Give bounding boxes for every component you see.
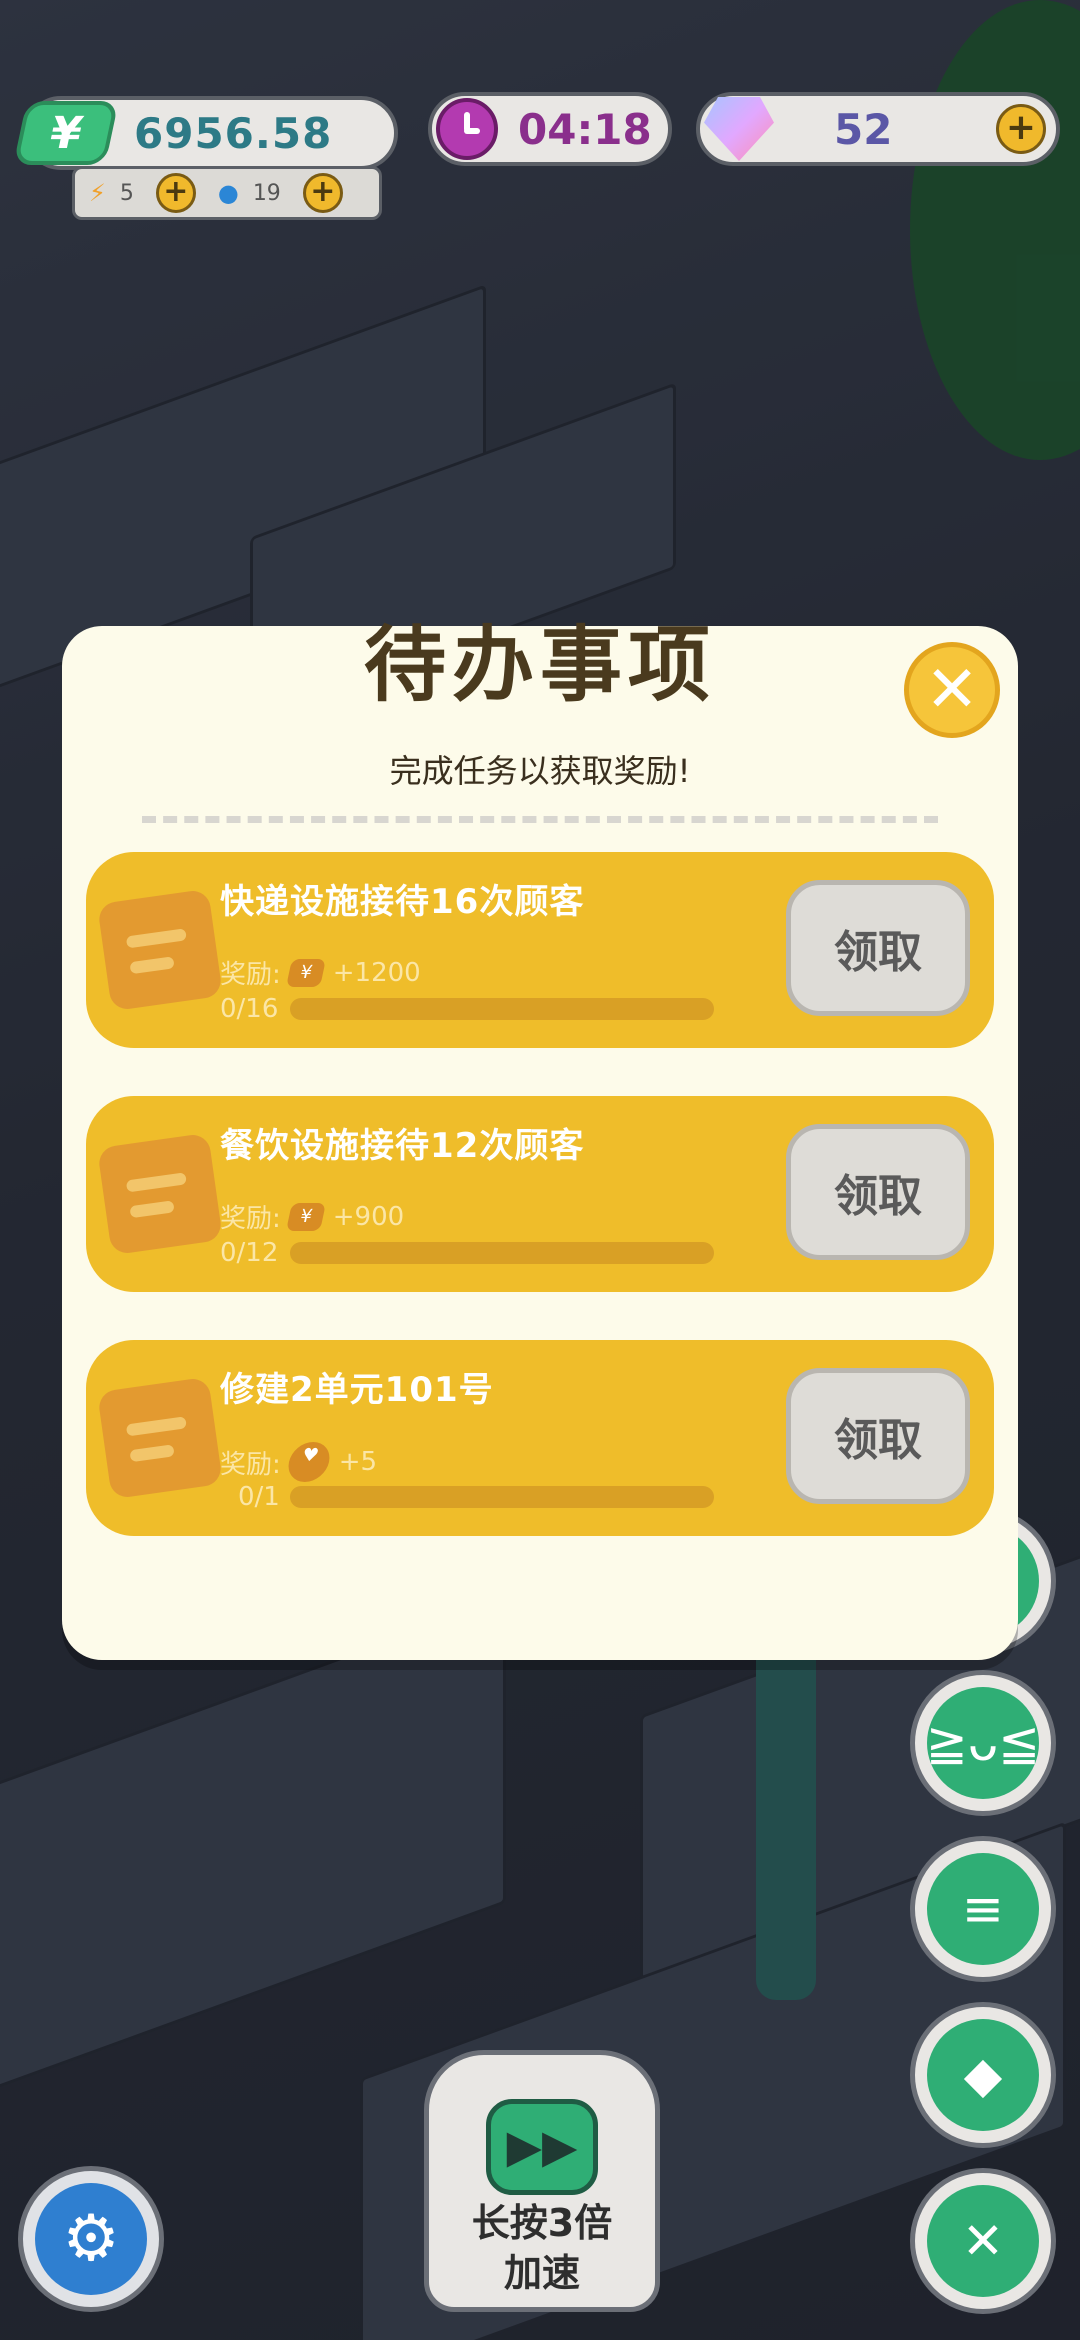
task-title: 快递设施接待16次顾客 <box>220 882 585 922</box>
build-tools-button[interactable]: ✕ <box>910 2168 1056 2314</box>
progress-text: 0/16 <box>220 994 279 1024</box>
money-icon: ¥ <box>285 958 326 987</box>
timer-display: 04:18 <box>428 92 672 166</box>
progress-row: 0/1 <box>220 1482 714 1512</box>
shop-button[interactable]: ◆ <box>910 2002 1056 2148</box>
reward-label: 奖励: <box>220 960 281 990</box>
energy-value: 5 <box>119 180 134 206</box>
reward-row: 奖励: ¥ +900 <box>220 1198 404 1235</box>
progress-bar <box>290 998 714 1020</box>
timer-value: 04:18 <box>518 104 652 154</box>
gem-value: 52 <box>834 104 893 154</box>
task-card: 餐饮设施接待12次顾客 奖励: ¥ +900 0/12 领取 <box>86 1096 994 1292</box>
progress-bar <box>290 1242 714 1264</box>
money-value: 6956.58 <box>134 108 333 158</box>
money-counter: ¥ 6956.58 <box>13 96 398 170</box>
tasks-button[interactable]: ≡ <box>910 1836 1056 1982</box>
reward-amount: +900 <box>332 1201 405 1232</box>
progress-bar <box>290 1486 714 1508</box>
water-value: 19 <box>252 180 281 206</box>
ticket-icon: ◆ <box>927 2019 1039 2131</box>
clock-icon <box>436 98 498 160</box>
resource-subbar: ⚡ 5 + ● 19 + <box>72 166 382 220</box>
claim-button[interactable]: 领取 <box>786 1124 970 1260</box>
progress-text: 0/1 <box>238 1482 280 1512</box>
modal-subtitle: 完成任务以获取奖励! <box>389 752 691 790</box>
reward-row: 奖励: ♥ +5 <box>220 1442 377 1482</box>
gear-icon: ⚙ <box>35 2183 147 2295</box>
reward-amount: +1200 <box>332 957 421 988</box>
progress-row: 0/12 <box>220 1238 714 1268</box>
task-card: 快递设施接待16次顾客 奖励: ¥ +1200 0/16 领取 <box>86 852 994 1048</box>
claim-button[interactable]: 领取 <box>786 1368 970 1504</box>
reward-amount: +5 <box>338 1447 378 1477</box>
todo-modal: 待办事项 完成任务以获取奖励! 快递设施接待16次顾客 奖励: ¥ +1200 … <box>62 618 1018 1660</box>
reward-label: 奖励: <box>220 1449 281 1480</box>
task-title: 餐饮设施接待12次顾客 <box>220 1126 585 1166</box>
money-icon: ¥ <box>285 1202 326 1231</box>
note-icon <box>97 1132 223 1256</box>
laugh-face-icon: ≧ᴗ≦ <box>926 1687 1040 1799</box>
heart-ticket-icon: ♥ <box>284 1442 334 1482</box>
progress-text: 0/12 <box>220 1238 279 1268</box>
note-icon: ≡ <box>927 1853 1039 1965</box>
hammer-wrench-icon: ✕ <box>927 2185 1039 2297</box>
gem-counter: 52 + <box>696 92 1060 166</box>
money-icon: ¥ <box>13 101 119 165</box>
add-energy-button[interactable]: + <box>155 173 196 213</box>
gem-icon <box>704 97 774 161</box>
reward-row: 奖励: ¥ +1200 <box>220 954 421 991</box>
add-water-button[interactable]: + <box>302 173 343 213</box>
speed-up-label-1: 长按3倍 <box>471 2201 613 2245</box>
water-drop-icon: ● <box>217 179 239 207</box>
dashed-divider <box>142 816 938 823</box>
task-card: 修建2单元101号 奖励: ♥ +5 0/1 领取 <box>86 1340 994 1536</box>
add-gems-button[interactable]: + <box>996 104 1046 154</box>
progress-row: 0/16 <box>220 994 714 1024</box>
close-modal-button[interactable]: ✕ <box>904 642 1000 738</box>
tv-fast-forward-icon: ▶▶ <box>486 2099 598 2195</box>
note-icon <box>97 1376 223 1500</box>
claim-button[interactable]: 领取 <box>786 880 970 1016</box>
speed-up-button[interactable]: ▶▶ 长按3倍 加速 <box>424 2050 660 2312</box>
close-icon: ✕ <box>925 653 979 727</box>
energy-counter: ⚡ 5 + <box>89 173 196 213</box>
settings-button[interactable]: ⚙ <box>18 2166 164 2312</box>
emoji-button[interactable]: ≧ᴗ≦ <box>910 1670 1056 1816</box>
reward-label: 奖励: <box>220 1204 281 1234</box>
water-counter: ● 19 + <box>218 173 343 213</box>
task-title: 修建2单元101号 <box>220 1370 494 1410</box>
speed-up-label-2: 加速 <box>503 2251 580 2295</box>
modal-title: 待办事项 <box>363 618 716 713</box>
note-icon <box>97 888 223 1012</box>
lightning-icon: ⚡ <box>89 179 106 207</box>
